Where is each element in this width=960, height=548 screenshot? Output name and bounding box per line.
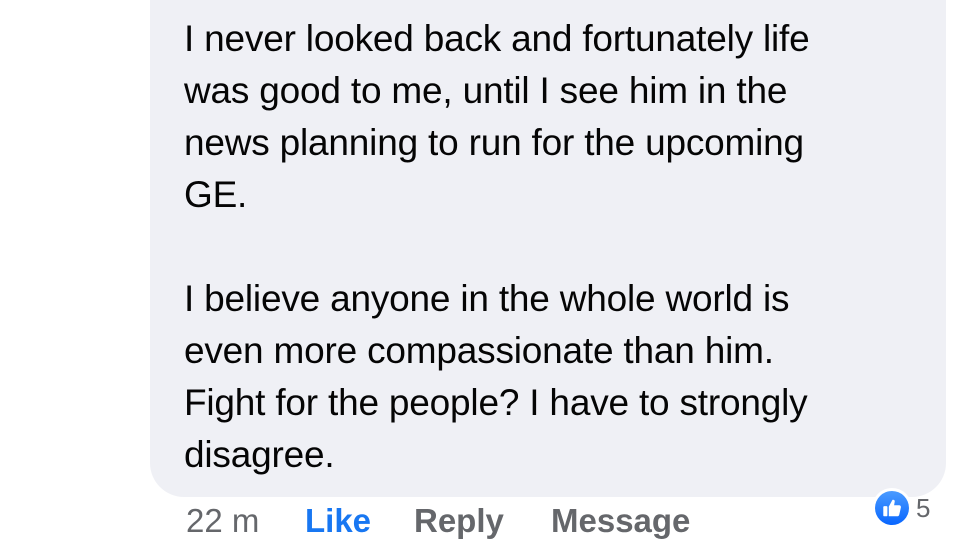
comment-timestamp[interactable]: 22 m bbox=[186, 499, 259, 543]
comment-screen: I never looked back and fortunately life… bbox=[0, 0, 960, 548]
comment-line: Fight for the people? I have to strongly bbox=[184, 382, 808, 423]
reaction-count: 5 bbox=[916, 493, 931, 523]
comment-line: I never looked back and fortunately life bbox=[184, 18, 810, 59]
reply-button[interactable]: Reply bbox=[414, 499, 504, 543]
thumbs-up-icon bbox=[872, 488, 912, 528]
comment-line: was good to me, until I see him in the bbox=[184, 70, 788, 111]
comment-line: I believe anyone in the whole world is bbox=[184, 278, 790, 319]
like-button[interactable]: Like bbox=[305, 499, 371, 543]
comment-text: I never looked back and fortunately life… bbox=[184, 13, 924, 481]
comment-actions: 22 m Like Reply Message bbox=[0, 497, 960, 548]
comment-line: disagree. bbox=[184, 434, 335, 475]
message-button[interactable]: Message bbox=[551, 499, 690, 543]
comment-line: news planning to run for the upcoming bbox=[184, 122, 804, 163]
reaction-summary[interactable]: 5 bbox=[872, 486, 930, 530]
comment-line: GE. bbox=[184, 174, 248, 215]
comment-line: even more compassionate than him. bbox=[184, 330, 774, 371]
